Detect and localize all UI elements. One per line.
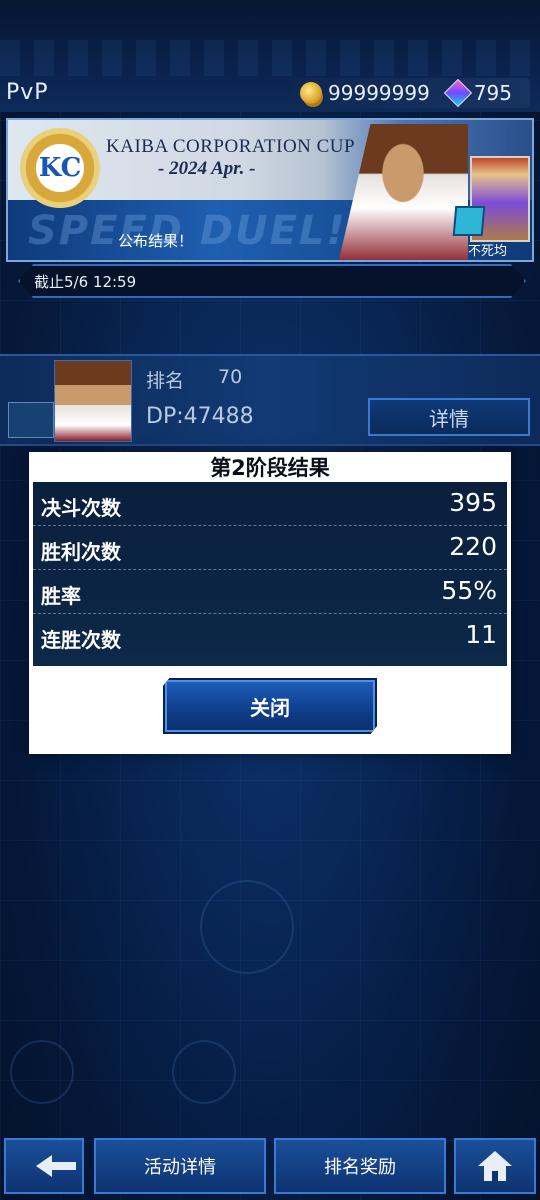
stat-label: 胜率 <box>41 584 81 608</box>
character-portrait <box>338 124 468 260</box>
rank-label: 排名 <box>146 370 185 392</box>
cup-date: - 2024 Apr. - <box>158 158 256 179</box>
reward-card-label: 不死均 <box>468 244 508 259</box>
results-modal: 第2阶段结果 决斗次数 395 胜利次数 220 胜率 55% 连胜次数 11 … <box>29 452 511 754</box>
event-banner[interactable]: SPEED DUEL! KC KAIBA CORPORATION CUP - 2… <box>6 118 534 262</box>
gem-amount: 795 <box>473 81 512 105</box>
modal-title: 第2阶段结果 <box>210 456 330 480</box>
avatar <box>54 360 132 442</box>
header-decoration <box>0 40 540 76</box>
back-button[interactable] <box>4 1138 84 1194</box>
back-arrow-icon <box>36 1155 76 1177</box>
stat-value: 55% <box>441 576 497 605</box>
stat-row-duels: 决斗次数 395 <box>33 482 507 526</box>
stats-table: 决斗次数 395 胜利次数 220 胜率 55% 连胜次数 11 <box>33 482 507 666</box>
currency-bar: 99999999 795 <box>292 78 530 108</box>
stat-value: 395 <box>449 488 497 517</box>
stat-value: 220 <box>449 532 497 561</box>
gold-amount: 99999999 <box>328 81 430 105</box>
deadline-text: 截止5/6 12:59 <box>34 273 137 291</box>
stat-label: 连胜次数 <box>41 628 121 652</box>
deadline-bar: 截止5/6 12:59 <box>18 264 526 298</box>
kc-logo-text: KC <box>38 153 82 183</box>
stat-row-wins: 胜利次数 220 <box>33 526 507 570</box>
stat-row-win-streak: 连胜次数 11 <box>33 614 507 658</box>
banner-status: 公布结果！ <box>118 232 194 250</box>
details-button[interactable]: 详情 <box>368 398 530 436</box>
page-title: PvP <box>6 80 49 105</box>
gem-icon <box>443 78 472 108</box>
player-ranking-row: 排名 70 DP:47488 详情 <box>0 354 540 446</box>
home-icon <box>478 1151 512 1181</box>
stat-row-win-rate: 胜率 55% <box>33 570 507 614</box>
box-icon <box>452 206 486 236</box>
stat-value: 11 <box>465 620 497 649</box>
stat-label: 胜利次数 <box>41 540 121 564</box>
bottom-navigation: 活动详情 排名奖励 <box>0 1130 540 1200</box>
cup-title: KAIBA CORPORATION CUP <box>106 136 356 157</box>
gold-coin-icon <box>300 82 323 104</box>
top-header: PvP 99999999 795 <box>0 0 540 112</box>
kc-logo-icon: KC <box>20 128 100 208</box>
rank-value: 70 <box>218 366 243 388</box>
event-details-button[interactable]: 活动详情 <box>94 1138 266 1194</box>
rank-rewards-button[interactable]: 排名奖励 <box>274 1138 446 1194</box>
close-button[interactable]: 关闭 <box>163 678 377 734</box>
stat-label: 决斗次数 <box>41 496 121 520</box>
home-button[interactable] <box>454 1138 536 1194</box>
avatar-side-tab <box>8 402 54 438</box>
dp-value: DP:47488 <box>146 404 254 429</box>
